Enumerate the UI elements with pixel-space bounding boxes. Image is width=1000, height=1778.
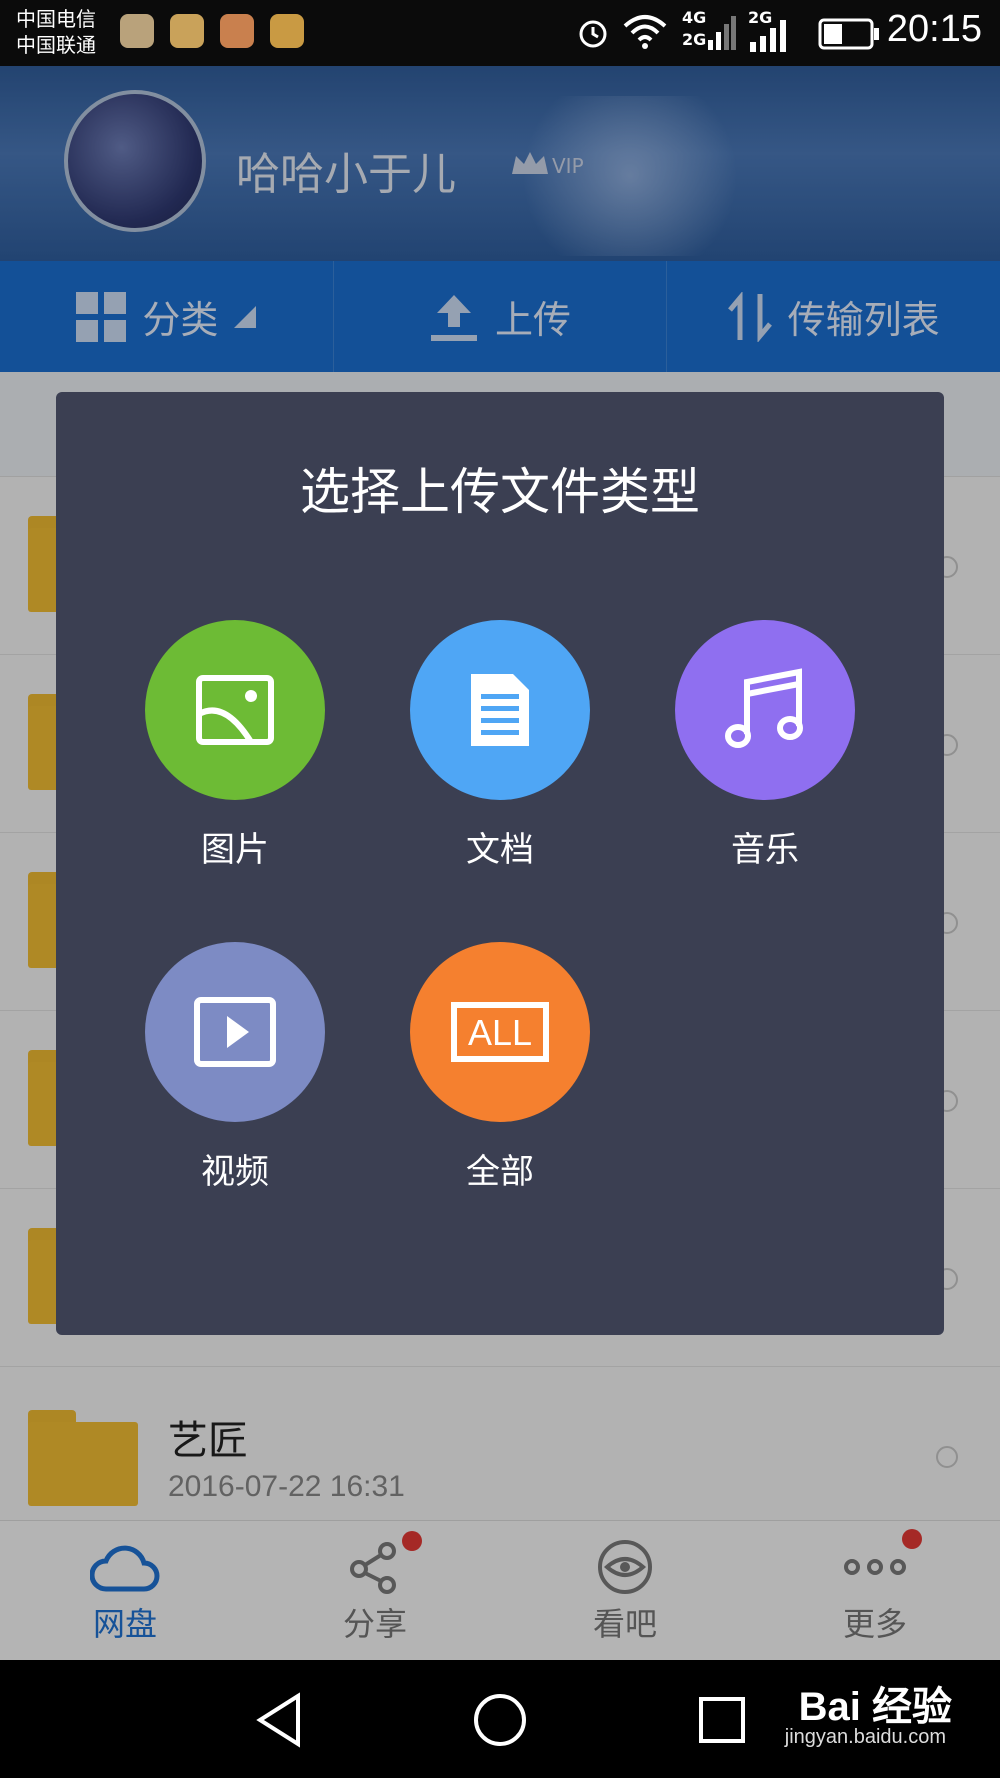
music-option-label: 音乐 (731, 830, 799, 870)
app-notification-icon (220, 14, 254, 48)
all-option-label: 全部 (466, 1152, 534, 1192)
clock: 20:15 (886, 8, 982, 50)
carrier-1: 中国电信 (16, 7, 96, 31)
net-type-1: 4G (682, 8, 707, 27)
battery-icon (818, 18, 879, 50)
carrier-2: 中国联通 (16, 33, 96, 57)
svg-text:ALL: ALL (468, 1012, 532, 1053)
video-icon (194, 997, 276, 1067)
back-icon[interactable] (254, 1692, 304, 1748)
dialog-title: 选择上传文件类型 (300, 463, 700, 521)
document-icon (471, 674, 529, 746)
all-option-circle[interactable]: ALL (410, 942, 590, 1122)
music-option-circle[interactable] (675, 620, 855, 800)
recents-icon[interactable] (698, 1696, 746, 1744)
upload-video-option[interactable]: 视频 (145, 942, 325, 1202)
alarm-icon (579, 20, 607, 48)
home-icon[interactable] (472, 1692, 528, 1748)
watermark-url: jingyan.baidu.com (784, 1726, 946, 1748)
upload-type-dialog: 选择上传文件类型 图片 文档 音乐 视频 ALL 全部 (56, 392, 944, 1335)
app-notification-icon-2 (270, 14, 304, 48)
signal-icon-2 (750, 20, 786, 52)
signal-icon (708, 16, 736, 50)
all-icon: ALL (451, 1002, 549, 1062)
upload-all-option[interactable]: ALL 全部 (410, 942, 590, 1202)
image-icon (196, 675, 274, 745)
wifi-icon (623, 15, 667, 49)
upload-document-option[interactable]: 文档 (410, 620, 590, 880)
image-option-label: 图片 (201, 830, 269, 870)
system-nav-bar: Bai 经验 jingyan.baidu.com (0, 1660, 1000, 1778)
image-option-circle[interactable] (145, 620, 325, 800)
net-type-1b: 2G (682, 30, 707, 49)
notification-app-icon (120, 14, 154, 48)
baidu-jingyan-watermark: Bai 经验 (798, 1685, 952, 1729)
music-icon (725, 668, 803, 748)
document-option-circle[interactable] (410, 620, 590, 800)
upload-image-option[interactable]: 图片 (145, 620, 325, 880)
video-option-circle[interactable] (145, 942, 325, 1122)
document-option-label: 文档 (466, 830, 534, 870)
upload-music-option[interactable]: 音乐 (675, 620, 855, 880)
gallery-notification-icon (170, 14, 204, 48)
video-option-label: 视频 (201, 1152, 269, 1192)
status-bar: 中国电信 中国联通 4G 2G 2G 20:15 (0, 0, 1000, 66)
